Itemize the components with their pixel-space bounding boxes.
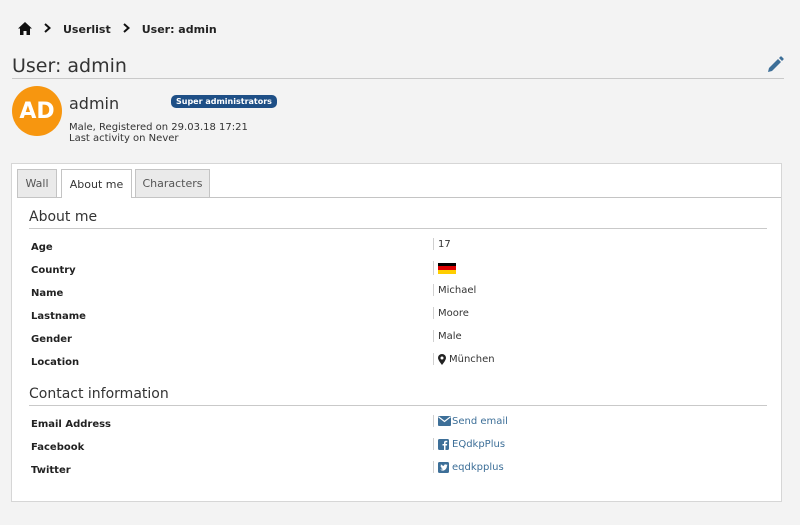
twitter-icon xyxy=(438,461,449,473)
location-text: München xyxy=(449,353,495,365)
facebook-link[interactable]: EQdkpPlus xyxy=(433,438,505,450)
facebook-text: EQdkpPlus xyxy=(452,438,506,450)
row-value: Moore xyxy=(433,307,469,319)
breadcrumb-current: User: admin xyxy=(141,22,217,36)
row-email: Email Address Send email xyxy=(31,415,771,435)
row-value xyxy=(433,261,456,275)
row-name: Name Michael xyxy=(31,284,771,304)
row-label: Location xyxy=(31,357,80,368)
tab-bar: Wall About me Characters xyxy=(17,169,781,198)
home-icon[interactable] xyxy=(18,22,32,36)
row-label: Age xyxy=(31,242,53,253)
page-title: User: admin xyxy=(12,55,127,77)
envelope-icon xyxy=(438,416,451,426)
row-value: 17 xyxy=(433,238,451,250)
germany-flag-icon xyxy=(438,262,456,274)
facebook-icon xyxy=(438,438,449,450)
row-age: Age 17 xyxy=(31,238,771,258)
user-name: admin xyxy=(69,94,120,113)
row-label: Twitter xyxy=(31,465,71,476)
row-label: Name xyxy=(31,288,64,299)
breadcrumb-userlist[interactable]: Userlist xyxy=(63,23,111,36)
map-marker-icon xyxy=(438,353,446,365)
breadcrumb: Userlist User: admin xyxy=(18,20,217,38)
row-location: Location München xyxy=(31,353,771,373)
row-label: Email Address xyxy=(31,419,112,430)
registered-info: Male, Registered on 29.03.18 17:21 xyxy=(69,122,248,133)
row-country: Country xyxy=(31,261,771,281)
profile-panel: Wall About me Characters About me Age 17… xyxy=(11,163,782,502)
row-label: Lastname xyxy=(31,311,86,322)
contact-section-title: Contact information xyxy=(29,386,767,406)
about-section-title: About me xyxy=(29,209,767,229)
row-label: Gender xyxy=(31,334,72,345)
row-label: Facebook xyxy=(31,442,85,453)
row-twitter: Twitter eqdkpplus xyxy=(31,461,771,481)
row-label: Country xyxy=(31,265,76,276)
page-title-bar: User: admin xyxy=(12,54,784,79)
role-badge: Super administrators xyxy=(171,95,277,108)
send-email-text: Send email xyxy=(452,415,508,427)
row-facebook: Facebook EQdkpPlus xyxy=(31,438,771,458)
row-value: München xyxy=(433,353,495,365)
twitter-link[interactable]: eqdkpplus xyxy=(433,461,504,473)
last-activity-info: Last activity on Never xyxy=(69,133,179,144)
send-email-link[interactable]: Send email xyxy=(433,415,508,427)
chevron-right-icon xyxy=(44,23,54,35)
twitter-text: eqdkpplus xyxy=(452,461,504,473)
chevron-right-icon xyxy=(123,23,133,35)
row-gender: Gender Male xyxy=(31,330,771,350)
avatar: AD xyxy=(12,86,62,136)
row-value: Male xyxy=(433,330,462,342)
tab-about-me[interactable]: About me xyxy=(61,169,132,198)
tab-characters[interactable]: Characters xyxy=(135,169,210,197)
pencil-icon[interactable] xyxy=(767,56,784,73)
row-lastname: Lastname Moore xyxy=(31,307,771,327)
row-value: Michael xyxy=(433,284,476,296)
tab-wall[interactable]: Wall xyxy=(17,169,57,197)
